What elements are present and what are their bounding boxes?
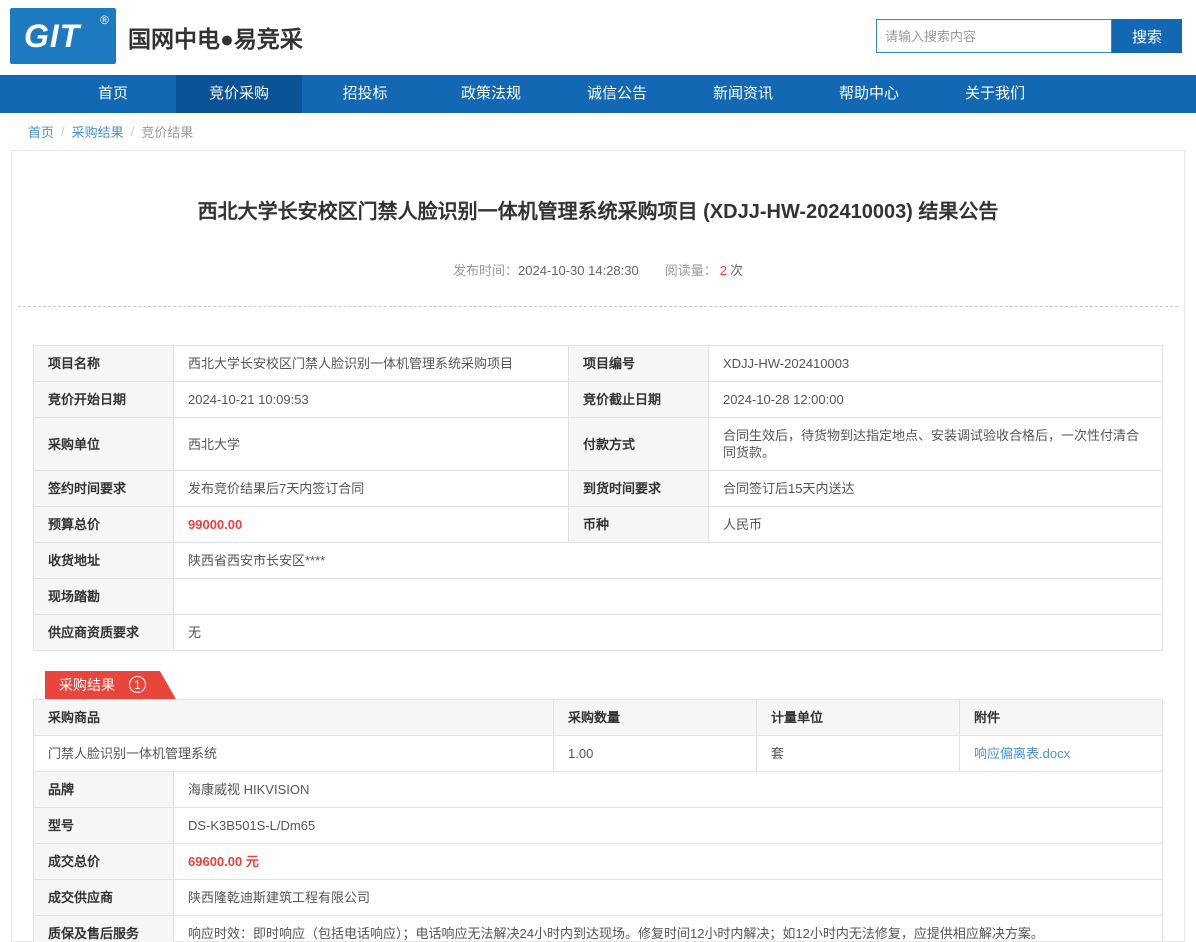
table-row: 成交总价 69600.00 元 bbox=[34, 844, 1163, 880]
nav-item-help-center[interactable]: 帮助中心 bbox=[806, 75, 932, 113]
field-value bbox=[174, 579, 1163, 615]
column-header: 计量单位 bbox=[757, 700, 960, 736]
announcement-card: 西北大学长安校区门禁人脸识别一体机管理系统采购项目 (XDJJ-HW-20241… bbox=[11, 150, 1185, 942]
field-value: 西北大学 bbox=[174, 418, 569, 471]
breadcrumb-bidding-results: 竞价结果 bbox=[141, 122, 193, 141]
search-input[interactable] bbox=[876, 19, 1112, 53]
site-header: GIT ® 国网中电●易竞采 搜索 bbox=[0, 0, 1196, 75]
table-header-row: 采购商品 采购数量 计量单位 附件 bbox=[34, 700, 1163, 736]
column-header: 采购数量 bbox=[554, 700, 757, 736]
field-value: 人民币 bbox=[709, 507, 1163, 543]
field-label: 付款方式 bbox=[569, 418, 709, 471]
breadcrumb-separator: / bbox=[61, 124, 65, 139]
column-header: 采购商品 bbox=[34, 700, 554, 736]
badge-label: 采购结果 bbox=[59, 677, 115, 693]
field-value: 无 bbox=[174, 615, 1163, 651]
field-label: 质保及售后服务 bbox=[34, 916, 174, 942]
project-info-table: 项目名称 西北大学长安校区门禁人脸识别一体机管理系统采购项目 项目编号 XDJJ… bbox=[33, 345, 1163, 651]
breadcrumb-separator: / bbox=[131, 124, 135, 139]
column-header: 附件 bbox=[960, 700, 1163, 736]
table-row: 供应商资质要求 无 bbox=[34, 615, 1163, 651]
field-label: 采购单位 bbox=[34, 418, 174, 471]
nav-item-tendering[interactable]: 招投标 bbox=[302, 75, 428, 113]
field-label: 项目名称 bbox=[34, 346, 174, 382]
nav-item-news[interactable]: 新闻资讯 bbox=[680, 75, 806, 113]
field-label: 竞价开始日期 bbox=[34, 382, 174, 418]
page-title: 西北大学长安校区门禁人脸识别一体机管理系统采购项目 (XDJJ-HW-20241… bbox=[12, 151, 1184, 224]
field-value: 合同签订后15天内送达 bbox=[709, 471, 1163, 507]
field-value: 陕西省西安市长安区**** bbox=[174, 543, 1163, 579]
field-value: 海康威视 HIKVISION bbox=[174, 772, 1163, 808]
field-label: 品牌 bbox=[34, 772, 174, 808]
procurement-result-badge: 采购结果 1 bbox=[45, 671, 176, 699]
field-label: 收货地址 bbox=[34, 543, 174, 579]
product-unit: 套 bbox=[757, 736, 960, 772]
product-name: 门禁人脸识别一体机管理系统 bbox=[34, 736, 554, 772]
field-label: 成交总价 bbox=[34, 844, 174, 880]
field-value: 2024-10-28 12:00:00 bbox=[709, 382, 1163, 418]
result-product-table: 采购商品 采购数量 计量单位 附件 门禁人脸识别一体机管理系统 1.00 套 响… bbox=[33, 699, 1163, 772]
field-label: 供应商资质要求 bbox=[34, 615, 174, 651]
table-row: 项目名称 西北大学长安校区门禁人脸识别一体机管理系统采购项目 项目编号 XDJJ… bbox=[34, 346, 1163, 382]
registered-trademark-icon: ® bbox=[100, 13, 109, 27]
views-count: 2 bbox=[720, 263, 727, 278]
nav-item-policies[interactable]: 政策法规 bbox=[428, 75, 554, 113]
badge-count: 1 bbox=[129, 676, 146, 693]
field-label: 成交供应商 bbox=[34, 880, 174, 916]
nav-item-integrity-notices[interactable]: 诚信公告 bbox=[554, 75, 680, 113]
publish-meta: 发布时间：2024-10-30 14:28:30 阅读量：2次 bbox=[12, 260, 1184, 279]
publish-time-value: 2024-10-30 14:28:30 bbox=[518, 263, 639, 278]
field-label: 项目编号 bbox=[569, 346, 709, 382]
product-quantity: 1.00 bbox=[554, 736, 757, 772]
publish-time-label: 发布时间： bbox=[453, 263, 518, 278]
git-logo-text: GIT bbox=[24, 18, 80, 55]
breadcrumb-procurement-results[interactable]: 采购结果 bbox=[72, 122, 124, 141]
breadcrumb: 首页 / 采购结果 / 竞价结果 bbox=[0, 113, 1196, 150]
table-row: 门禁人脸识别一体机管理系统 1.00 套 响应偏离表.docx bbox=[34, 736, 1163, 772]
nav-item-about-us[interactable]: 关于我们 bbox=[932, 75, 1058, 113]
result-detail-table: 品牌 海康威视 HIKVISION 型号 DS-K3B501S-L/Dm65 成… bbox=[33, 771, 1163, 942]
field-label: 签约时间要求 bbox=[34, 471, 174, 507]
field-value: 2024-10-21 10:09:53 bbox=[174, 382, 569, 418]
breadcrumb-home[interactable]: 首页 bbox=[28, 122, 54, 141]
field-label: 币种 bbox=[569, 507, 709, 543]
table-row: 签约时间要求 发布竞价结果后7天内签订合同 到货时间要求 合同签订后15天内送达 bbox=[34, 471, 1163, 507]
field-value: 响应时效：即时响应（包括电话响应）；电话响应无法解决24小时内到达现场。修复时间… bbox=[174, 916, 1163, 942]
table-row: 采购单位 西北大学 付款方式 合同生效后，待货物到达指定地点、安装调试验收合格后… bbox=[34, 418, 1163, 471]
field-value: 陕西隆乾迪斯建筑工程有限公司 bbox=[174, 880, 1163, 916]
field-value: 西北大学长安校区门禁人脸识别一体机管理系统采购项目 bbox=[174, 346, 569, 382]
budget-total-value: 99000.00 bbox=[174, 507, 569, 543]
table-row: 品牌 海康威视 HIKVISION bbox=[34, 772, 1163, 808]
search-button[interactable]: 搜索 bbox=[1112, 19, 1182, 53]
field-value: 合同生效后，待货物到达指定地点、安装调试验收合格后，一次性付清合同货款。 bbox=[709, 418, 1163, 471]
site-name: 国网中电●易竞采 bbox=[128, 20, 303, 54]
table-row: 现场踏勘 bbox=[34, 579, 1163, 615]
field-label: 到货时间要求 bbox=[569, 471, 709, 507]
field-label: 预算总价 bbox=[34, 507, 174, 543]
nav-item-home[interactable]: 首页 bbox=[50, 75, 176, 113]
attachment-link[interactable]: 响应偏离表.docx bbox=[974, 746, 1070, 761]
field-value: 发布竞价结果后7天内签订合同 bbox=[174, 471, 569, 507]
search-bar: 搜索 bbox=[876, 19, 1182, 53]
table-row: 成交供应商 陕西隆乾迪斯建筑工程有限公司 bbox=[34, 880, 1163, 916]
table-row: 质保及售后服务 响应时效：即时响应（包括电话响应）；电话响应无法解决24小时内到… bbox=[34, 916, 1163, 942]
nav-item-bidding-procurement[interactable]: 竞价采购 bbox=[176, 75, 302, 113]
main-nav: 首页 竞价采购 招投标 政策法规 诚信公告 新闻资讯 帮助中心 关于我们 bbox=[0, 75, 1196, 113]
views-label: 阅读量： bbox=[665, 263, 717, 278]
table-row: 收货地址 陕西省西安市长安区**** bbox=[34, 543, 1163, 579]
field-value: DS-K3B501S-L/Dm65 bbox=[174, 808, 1163, 844]
deal-total-price: 69600.00 元 bbox=[174, 844, 1163, 880]
git-logo: GIT ® bbox=[10, 8, 116, 64]
views-unit: 次 bbox=[730, 263, 743, 278]
dashed-divider bbox=[18, 306, 1178, 307]
field-label: 竞价截止日期 bbox=[569, 382, 709, 418]
field-label: 现场踏勘 bbox=[34, 579, 174, 615]
table-row: 竞价开始日期 2024-10-21 10:09:53 竞价截止日期 2024-1… bbox=[34, 382, 1163, 418]
field-label: 型号 bbox=[34, 808, 174, 844]
table-row: 预算总价 99000.00 币种 人民币 bbox=[34, 507, 1163, 543]
table-row: 型号 DS-K3B501S-L/Dm65 bbox=[34, 808, 1163, 844]
field-value: XDJJ-HW-202410003 bbox=[709, 346, 1163, 382]
